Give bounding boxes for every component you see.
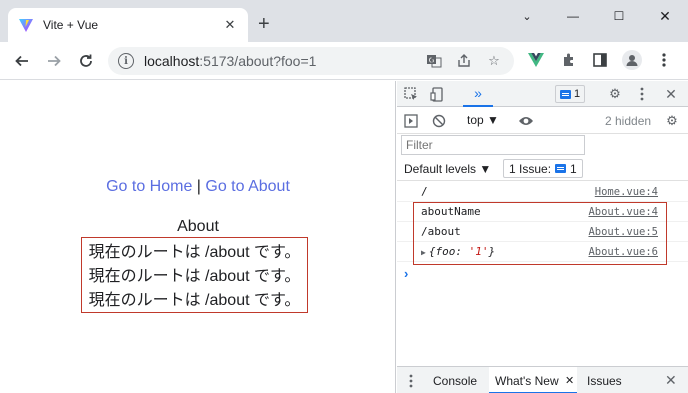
new-tab-icon[interactable]: + [258, 12, 270, 36]
issues-button[interactable]: 1 Issue: 1 [503, 159, 583, 178]
console-prompt-icon[interactable]: › [404, 266, 408, 281]
route-message: 現在のルートは /about です。 [88, 244, 301, 261]
browser-menu-icon[interactable] [655, 51, 673, 69]
log-object[interactable]: ▶ {foo: '1'} [421, 245, 495, 258]
console-log-row: / Home.vue:4 [397, 182, 688, 202]
console-toolbar: top ▼ 2 hidden ⚙ [397, 108, 688, 134]
log-text: /about [421, 225, 461, 238]
url-host: localhost [144, 53, 200, 69]
hidden-count: 2 hidden [605, 114, 652, 128]
log-source-link[interactable]: Home.vue:4 [595, 186, 658, 198]
clear-console-icon[interactable] [431, 113, 447, 129]
maximize-button[interactable]: ☐ [596, 2, 642, 30]
devtools-menu-icon[interactable] [637, 86, 647, 102]
page-viewport: Go to Home | Go to About About 現在のルートは /… [0, 81, 396, 393]
object-suffix: } [488, 245, 496, 258]
message-icon [560, 89, 571, 99]
live-expression-eye-icon[interactable] [517, 113, 535, 129]
drawer-menu-icon[interactable] [407, 373, 415, 389]
route-message: 現在のルートは /about です。 [88, 292, 301, 309]
nav-separator: | [192, 178, 206, 195]
message-count-badge[interactable]: 1 [555, 85, 586, 103]
log-text: / [421, 185, 428, 198]
drawer-tab-whats-new[interactable]: What's New [495, 374, 559, 388]
bookmark-star-icon[interactable]: ☆ [486, 53, 502, 69]
filter-row [397, 135, 688, 157]
translate-icon[interactable]: G [426, 53, 442, 69]
issue-count: 1 [570, 161, 577, 176]
devtools-tabbar: » 1 ⚙ ✕ [397, 81, 688, 107]
vue-devtools-icon[interactable] [527, 51, 545, 69]
vite-logo-icon [18, 17, 34, 33]
share-icon[interactable] [456, 53, 472, 69]
site-info-icon[interactable]: i [118, 53, 134, 69]
context-select[interactable]: top ▼ [467, 113, 499, 127]
log-source-link[interactable]: About.vue:5 [588, 226, 658, 238]
log-source-link[interactable]: About.vue:4 [588, 206, 658, 218]
levels-row: Default levels ▼ 1 Issue: 1 [397, 157, 688, 181]
devtools-drawer: Console What's New ✕ Issues ✕ [397, 366, 688, 393]
log-text: aboutName [421, 205, 481, 218]
about-heading: About [177, 218, 219, 235]
console-settings-gear-icon[interactable]: ⚙ [664, 113, 680, 129]
route-message: 現在のルートは /about です。 [88, 268, 301, 285]
url-path: :5173/about?foo=1 [199, 53, 317, 69]
drawer-tab-issues[interactable]: Issues [587, 374, 622, 388]
tab-title: Vite + Vue [43, 18, 99, 32]
log-levels-dropdown[interactable]: Default levels ▼ [404, 162, 491, 176]
console-log-row[interactable]: ▶ {foo: '1'} About.vue:6 [397, 242, 688, 262]
browser-toolbar: i localhost:5173/about?foo=1 G ☆ [0, 42, 688, 80]
device-toolbar-icon[interactable] [429, 86, 445, 102]
devtools-panel: » 1 ⚙ ✕ top ▼ 2 hidden ⚙ Default levels … [397, 81, 688, 393]
close-whats-new-icon[interactable]: ✕ [565, 374, 574, 387]
close-drawer-icon[interactable]: ✕ [665, 372, 677, 389]
reload-icon[interactable] [76, 51, 96, 71]
object-prefix: {foo: [428, 245, 469, 258]
tab-close-icon[interactable]: ✕ [222, 17, 238, 33]
issue-message-icon [555, 164, 567, 173]
go-home-link[interactable]: Go to Home [106, 178, 192, 195]
profile-avatar-icon[interactable] [622, 50, 642, 70]
log-source-link[interactable]: About.vue:6 [588, 246, 658, 258]
message-count: 1 [574, 88, 581, 100]
sidebar-toggle-icon[interactable] [403, 113, 419, 129]
inspect-element-icon[interactable] [403, 86, 419, 102]
console-output: / Home.vue:4 aboutName About.vue:4 /abou… [397, 182, 688, 262]
back-arrow-icon[interactable] [12, 51, 32, 71]
minimize-button[interactable]: — [550, 2, 596, 30]
tab-strip: Vite + Vue ✕ + ⌄ — ☐ ✕ [0, 0, 688, 42]
forward-arrow-icon[interactable] [44, 51, 64, 71]
close-window-button[interactable]: ✕ [642, 2, 688, 30]
router-nav: Go to Home | Go to About [0, 178, 396, 196]
route-message-box: 現在のルートは /about です。 現在のルートは /about です。 現在… [81, 237, 308, 313]
browser-tab[interactable]: Vite + Vue ✕ [8, 8, 248, 42]
object-value: '1' [468, 245, 489, 258]
issue-label: 1 Issue: [509, 161, 552, 176]
go-about-link[interactable]: Go to About [205, 178, 290, 195]
extensions-puzzle-icon[interactable] [560, 51, 578, 69]
side-panel-icon[interactable] [591, 51, 609, 69]
more-tabs-chevron-icon[interactable]: » [463, 81, 493, 107]
console-log-row: /about About.vue:5 [397, 222, 688, 242]
address-bar[interactable]: i localhost:5173/about?foo=1 G ☆ [108, 47, 514, 75]
tab-search-icon[interactable]: ⌄ [504, 2, 550, 30]
expand-triangle-icon[interactable]: ▶ [421, 248, 426, 257]
console-log-row: aboutName About.vue:4 [397, 202, 688, 222]
settings-gear-icon[interactable]: ⚙ [607, 86, 623, 102]
close-devtools-icon[interactable]: ✕ [663, 86, 679, 102]
console-filter-input[interactable] [401, 135, 585, 155]
drawer-tab-console[interactable]: Console [433, 374, 477, 388]
